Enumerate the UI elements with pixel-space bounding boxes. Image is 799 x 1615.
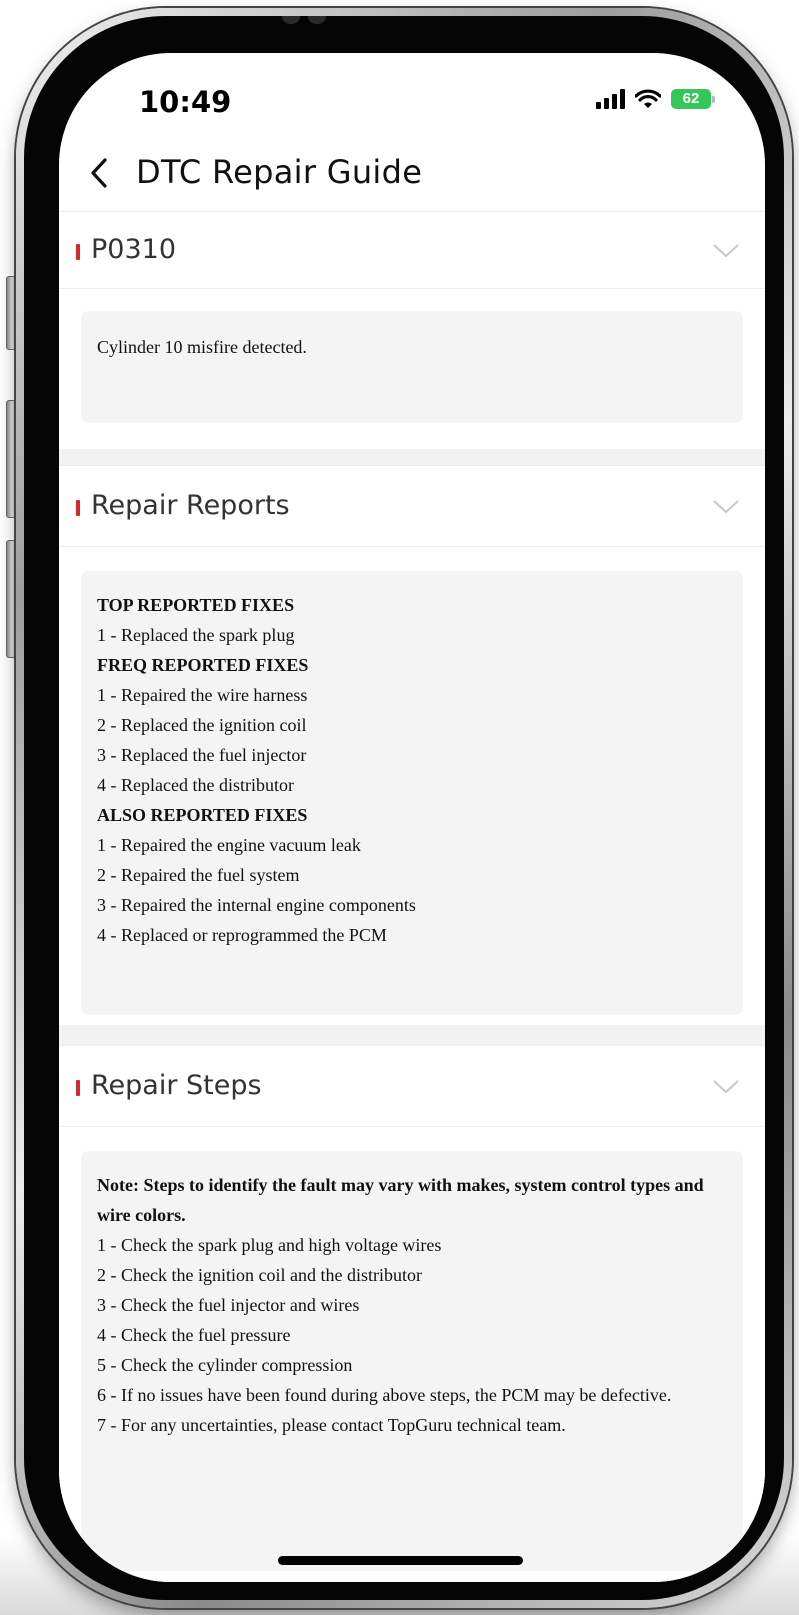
report-item: 4 - Replaced or reprogrammed the PCM — [97, 925, 387, 945]
report-heading: FREQ REPORTED FIXES — [97, 655, 309, 675]
dtc-code-header[interactable]: P0310 — [59, 211, 765, 289]
report-item: 1 - Replaced the spark plug — [97, 625, 295, 645]
steps-note: Note: Steps to identify the fault may va… — [97, 1175, 704, 1225]
section-divider — [59, 449, 765, 465]
report-item: 2 - Replaced the ignition coil — [97, 715, 307, 735]
step-item: 4 - Check the fuel pressure — [97, 1325, 291, 1345]
status-time: 10:49 — [139, 85, 232, 119]
phone-frame: 10:49 62 DTC Repair Guide P0310 Cylinder… — [16, 8, 792, 1608]
wifi-icon — [635, 89, 661, 108]
status-icons: 62 — [596, 89, 715, 109]
step-item: 6 - If no issues have been found during … — [97, 1385, 672, 1405]
report-item: 1 - Repaired the wire harness — [97, 685, 308, 705]
report-heading: TOP REPORTED FIXES — [97, 595, 295, 615]
section-accent-bar — [76, 500, 80, 516]
cellular-signal-icon — [596, 89, 625, 109]
report-item: 2 - Repaired the fuel system — [97, 865, 300, 885]
repair-steps-card: Note: Steps to identify the fault may va… — [81, 1151, 743, 1571]
section-accent-bar — [76, 244, 80, 260]
chevron-down-icon[interactable] — [713, 1080, 739, 1094]
nav-bar: DTC Repair Guide — [59, 143, 765, 203]
battery-charging-icon: 62 — [671, 89, 715, 109]
step-item: 2 - Check the ignition coil and the dist… — [97, 1265, 422, 1285]
battery-level: 62 — [682, 90, 700, 107]
dtc-code-section: P0310 Cylinder 10 misfire detected. — [59, 211, 765, 449]
repair-reports-section: Repair Reports TOP REPORTED FIXES 1 - Re… — [59, 465, 765, 1025]
description-card: Cylinder 10 misfire detected. — [81, 311, 743, 423]
chevron-left-icon[interactable] — [85, 155, 115, 191]
chevron-down-icon[interactable] — [713, 500, 739, 514]
repair-reports-card: TOP REPORTED FIXES 1 - Replaced the spar… — [81, 571, 743, 1015]
camera-dot — [308, 16, 326, 24]
report-item: 4 - Replaced the distributor — [97, 775, 294, 795]
home-indicator[interactable] — [278, 1556, 523, 1565]
report-item: 3 - Repaired the internal engine compone… — [97, 895, 416, 915]
camera-dot — [282, 16, 300, 24]
step-item: 1 - Check the spark plug and high voltag… — [97, 1235, 442, 1255]
page-title: DTC Repair Guide — [136, 153, 423, 191]
section-accent-bar — [76, 1080, 80, 1096]
description-text: Cylinder 10 misfire detected. — [97, 337, 307, 357]
section-title: Repair Steps — [91, 1070, 262, 1101]
repair-reports-header[interactable]: Repair Reports — [59, 465, 765, 547]
section-divider — [59, 1025, 765, 1045]
step-item: 5 - Check the cylinder compression — [97, 1355, 353, 1375]
phone-bezel: 10:49 62 DTC Repair Guide P0310 Cylinder… — [24, 16, 784, 1600]
report-heading: ALSO REPORTED FIXES — [97, 805, 308, 825]
report-item: 3 - Replaced the fuel injector — [97, 745, 307, 765]
report-item: 1 - Repaired the engine vacuum leak — [97, 835, 361, 855]
repair-steps-header[interactable]: Repair Steps — [59, 1045, 765, 1127]
section-title: P0310 — [91, 234, 176, 265]
section-title: Repair Reports — [91, 490, 290, 521]
step-item: 3 - Check the fuel injector and wires — [97, 1295, 360, 1315]
chevron-down-icon[interactable] — [713, 244, 739, 258]
step-item: 7 - For any uncertainties, please contac… — [97, 1415, 566, 1435]
phone-screen: 10:49 62 DTC Repair Guide P0310 Cylinder… — [59, 53, 765, 1582]
repair-steps-section: Repair Steps Note: Steps to identify the… — [59, 1045, 765, 1582]
